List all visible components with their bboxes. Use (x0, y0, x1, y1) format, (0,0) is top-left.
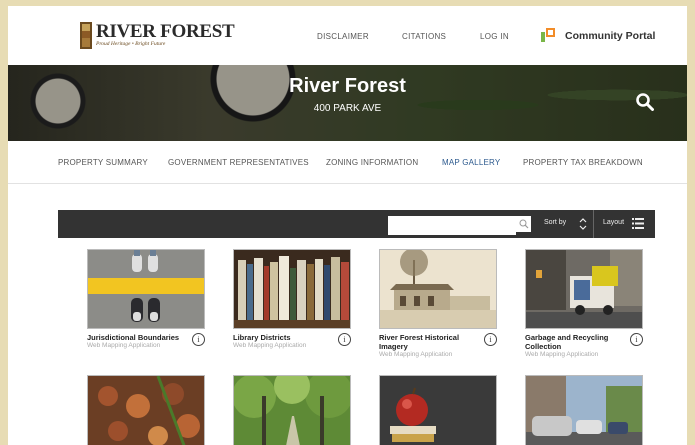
community-portal-icon[interactable] (541, 28, 555, 42)
sort-arrows-icon[interactable] (579, 217, 587, 231)
gallery-toolbar: Sort by Layout (58, 210, 655, 238)
gallery-card[interactable]: Garbage and Recycling Collection Web Map… (525, 249, 643, 358)
card-title[interactable]: Garbage and Recycling Collection (525, 333, 608, 351)
logo-title: RIVER FOREST (96, 21, 235, 42)
info-icon[interactable]: i (630, 333, 643, 346)
card-subtitle: Web Mapping Application (233, 342, 307, 349)
thumbnail-leaves-rake[interactable] (87, 375, 205, 445)
thumbnail-tree-lined-path[interactable] (233, 375, 351, 445)
gallery-card[interactable]: Library Districts Web Mapping Applicatio… (233, 249, 351, 349)
list-layout-icon[interactable] (632, 218, 644, 229)
search-icon[interactable] (519, 219, 529, 229)
gallery-card[interactable] (233, 375, 351, 445)
gallery-card[interactable] (87, 375, 205, 445)
thumbnail-shoes-on-line[interactable] (87, 249, 205, 329)
card-title[interactable]: Library Districts (233, 333, 291, 342)
card-subtitle: Web Mapping Application (379, 351, 453, 358)
thumbnail-apple-books[interactable] (379, 375, 497, 445)
card-title[interactable]: River Forest Historical Imagery (379, 333, 459, 351)
info-icon[interactable]: i (484, 333, 497, 346)
info-icon[interactable]: i (192, 333, 205, 346)
nav-citations-link[interactable]: CITATIONS (402, 32, 446, 41)
tab-property-tax-breakdown[interactable]: PROPERTY TAX BREAKDOWN (523, 158, 643, 167)
thumbnail-bookshelf[interactable] (233, 249, 351, 329)
tab-government-representatives[interactable]: GOVERNMENT REPRESENTATIVES (168, 158, 309, 167)
nav-disclaimer-link[interactable]: DISCLAIMER (317, 32, 369, 41)
site-header: RIVER FOREST Proud Heritage • Bright Fut… (8, 6, 687, 65)
thumbnail-parked-cars-street[interactable] (525, 375, 643, 445)
sort-by-label[interactable]: Sort by (544, 219, 566, 226)
logo-emblem-icon (80, 22, 92, 49)
hero-title: River Forest (289, 75, 406, 97)
gallery-card[interactable] (525, 375, 643, 445)
card-subtitle: Web Mapping Application (87, 342, 161, 349)
community-portal-link[interactable]: Community Portal (565, 30, 655, 42)
hero-banner: River Forest 400 PARK AVE (8, 65, 687, 141)
tab-zoning-information[interactable]: ZONING INFORMATION (326, 158, 418, 167)
tab-map-gallery[interactable]: MAP GALLERY (442, 158, 500, 167)
gallery-search-box (388, 216, 531, 235)
tab-property-summary[interactable]: PROPERTY SUMMARY (58, 158, 148, 167)
toolbar-divider (593, 210, 594, 238)
thumbnail-garbage-truck[interactable] (525, 249, 643, 329)
gallery-search-input[interactable] (388, 218, 516, 235)
card-subtitle: Web Mapping Application (525, 351, 599, 358)
page-frame: RIVER FOREST Proud Heritage • Bright Fut… (8, 6, 687, 445)
river-forest-logo[interactable]: RIVER FOREST Proud Heritage • Bright Fut… (80, 21, 235, 49)
layout-label[interactable]: Layout (603, 219, 624, 226)
thumbnail-historic-building[interactable] (379, 249, 497, 329)
gallery-card[interactable]: Jurisdictional Boundaries Web Mapping Ap… (87, 249, 205, 349)
logo-tagline: Proud Heritage • Bright Future (96, 41, 166, 47)
property-tabs: PROPERTY SUMMARY GOVERNMENT REPRESENTATI… (8, 141, 687, 184)
hero-address: 400 PARK AVE (313, 103, 382, 114)
nav-login-link[interactable]: LOG IN (480, 32, 509, 41)
gallery-card[interactable]: River Forest Historical Imagery Web Mapp… (379, 249, 497, 358)
gallery-card[interactable] (379, 375, 497, 445)
card-title[interactable]: Jurisdictional Boundaries (87, 333, 179, 342)
info-icon[interactable]: i (338, 333, 351, 346)
search-icon[interactable] (636, 93, 654, 111)
